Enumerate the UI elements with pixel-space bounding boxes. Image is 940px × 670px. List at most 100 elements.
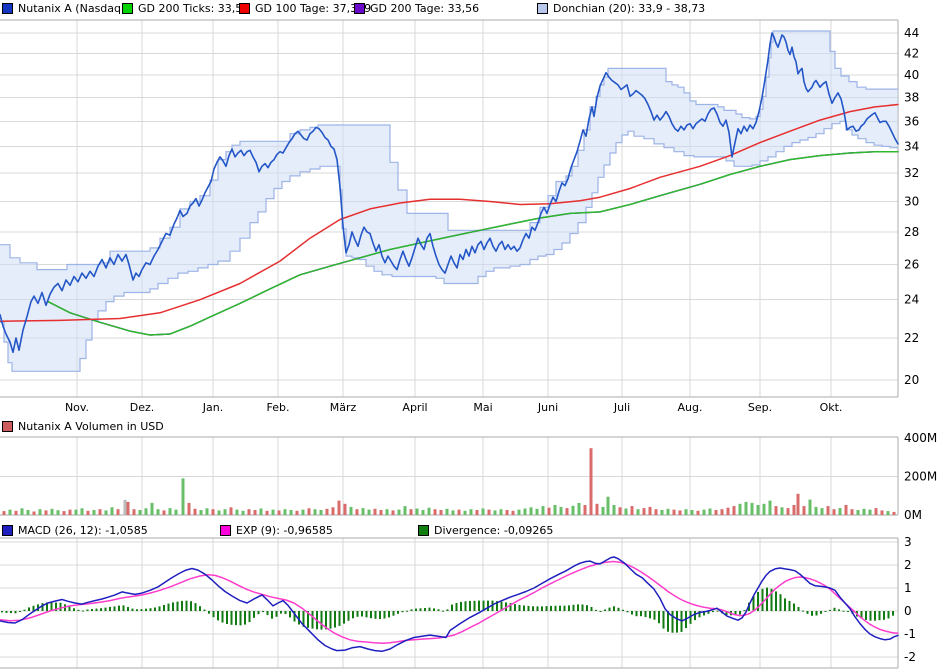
divergence-bar: [163, 605, 165, 611]
divergence-bar: [123, 605, 125, 611]
legend-label-divergence: Divergence: -0,09265: [434, 524, 553, 537]
divergence-bar: [100, 608, 102, 611]
volume-bar: [87, 511, 90, 515]
price-y-label: 40: [904, 68, 919, 82]
divergence-bar: [73, 608, 75, 611]
volume-bar: [266, 511, 269, 515]
divergence-bar: [379, 611, 381, 619]
volume-bar: [124, 500, 127, 515]
volume-bar: [530, 507, 533, 515]
volume-bar: [434, 509, 437, 515]
divergence-bar: [694, 611, 696, 620]
divergence-bar: [573, 605, 575, 611]
divergence-bar: [798, 607, 800, 611]
divergence-bar: [208, 611, 210, 614]
volume-bar: [326, 509, 329, 515]
divergence-bar: [253, 611, 255, 618]
divergence-bar: [114, 606, 116, 611]
volume-bar: [163, 510, 166, 515]
volume-bar: [39, 509, 42, 515]
price-line: [0, 33, 898, 352]
divergence-bar: [807, 611, 809, 614]
divergence-bar: [24, 610, 26, 611]
volume-bar: [139, 510, 142, 515]
volume-bar: [308, 508, 311, 515]
volume-bar: [81, 508, 84, 515]
volume-bar: [464, 511, 467, 515]
divergence-bar: [676, 611, 678, 633]
divergence-bar: [672, 611, 674, 633]
divergence-bar: [631, 611, 633, 615]
divergence-bar: [541, 606, 543, 611]
divergence-bar: [217, 611, 219, 620]
gd200-tage-swatch-icon: [354, 3, 365, 14]
volume-bar: [212, 509, 215, 515]
divergence-bar: [388, 611, 390, 617]
volume-bar: [703, 510, 706, 515]
divergence-bar: [172, 602, 174, 611]
volume-bar: [21, 508, 24, 515]
divergence-bar: [780, 594, 782, 611]
divergence-bar: [109, 607, 111, 611]
volume-bar: [470, 509, 473, 515]
divergence-bar: [613, 606, 615, 611]
x-axis-label: März: [330, 401, 357, 414]
volume-bar: [224, 509, 227, 515]
divergence-bar: [582, 605, 584, 612]
volume-bar: [27, 510, 30, 515]
chart-canvas: Nov.Dez.Jan.Feb.MärzAprilMaiJuniJuliAug.…: [0, 0, 940, 670]
divergence-bar: [60, 603, 62, 611]
price-y-label: 34: [904, 139, 919, 153]
volume-bar: [625, 509, 628, 516]
volume-bar: [797, 494, 800, 515]
divergence-bar: [618, 608, 620, 611]
divergence-bar: [604, 610, 606, 612]
volume-bar: [512, 511, 515, 515]
volume-bar: [302, 510, 305, 515]
divergence-bar: [397, 611, 399, 614]
legend-item-macd: MACD (26, 12): -1,0585: [2, 524, 148, 537]
volume-bar: [404, 506, 407, 515]
x-axis-label: Juni: [537, 401, 558, 414]
volume-bar: [673, 510, 676, 515]
divergence-bar: [595, 610, 597, 611]
volume-bar: [105, 510, 108, 515]
volume-bar: [362, 508, 365, 515]
volume-bar: [691, 510, 694, 515]
divergence-bar: [258, 611, 260, 614]
x-axis-label: Jan.: [202, 401, 223, 414]
divergence-bar: [775, 591, 777, 611]
volume-bar: [679, 510, 682, 515]
divergence-bar: [532, 606, 534, 611]
volume-bar: [875, 508, 878, 515]
volume-bar: [727, 508, 730, 515]
volume-bar: [69, 510, 72, 515]
macd-y-label: -1: [904, 627, 916, 641]
price-series-swatch-icon: [2, 3, 13, 14]
volume-y-label: 200M: [904, 470, 937, 484]
donchian-swatch-icon: [537, 3, 548, 14]
divergence-bar: [627, 611, 629, 612]
divergence-bar: [42, 603, 44, 611]
volume-bar: [169, 508, 172, 515]
divergence-bar: [663, 611, 665, 629]
volume-bar: [821, 508, 824, 515]
legend-label-donchian: Donchian (20): 33,9 - 38,73: [553, 2, 705, 15]
divergence-bar: [537, 606, 539, 611]
divergence-bar: [402, 611, 404, 612]
divergence-bar: [793, 604, 795, 612]
divergence-bar: [384, 611, 386, 619]
divergence-bar: [280, 611, 282, 614]
volume-bar: [182, 478, 185, 515]
legend-label-macd: MACD (26, 12): -1,0585: [18, 524, 148, 537]
divergence-bar: [649, 611, 651, 618]
legend-label-gd200-tage: GD 200 Tage: 33,56: [370, 2, 479, 15]
volume-bar: [45, 510, 48, 515]
volume-bar: [296, 511, 299, 515]
price-y-label: 28: [904, 225, 919, 239]
divergence-bar: [226, 611, 228, 624]
macd-y-label: 3: [904, 535, 912, 549]
volume-bar: [869, 510, 872, 515]
volume-bar: [590, 448, 593, 515]
divergence-bar: [177, 602, 179, 611]
